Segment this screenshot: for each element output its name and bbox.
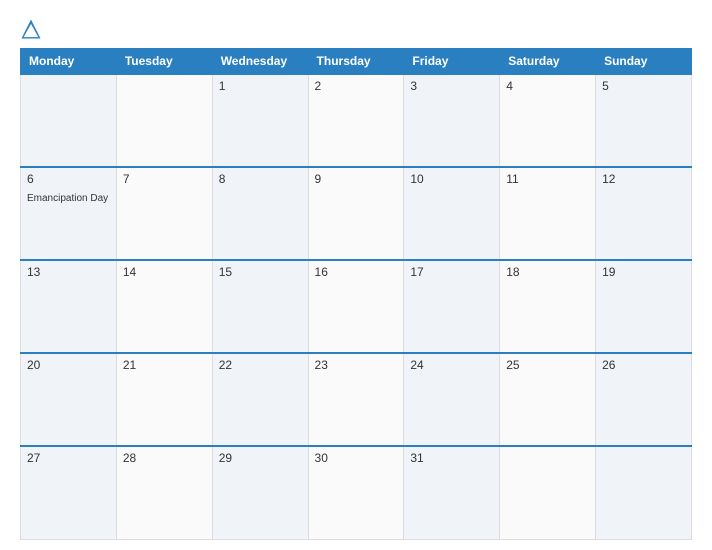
cal-cell: 16 [308, 260, 404, 353]
week-row-2: 6 Emancipation Day 789 10 11 12 [21, 167, 692, 260]
cal-cell [500, 446, 596, 539]
cal-cell [21, 74, 117, 167]
header [20, 18, 692, 40]
day-header-sunday: Sunday [596, 49, 692, 75]
page: MondayTuesdayWednesdayThursdayFridaySatu… [0, 0, 712, 550]
cal-cell: 29 [212, 446, 308, 539]
cal-cell: 17 [404, 260, 500, 353]
cell-date-number: 6 [27, 172, 110, 186]
cell-date-number: 7 [123, 172, 206, 186]
cell-date-number: 27 [27, 451, 110, 465]
cell-date-number: 25 [506, 358, 589, 372]
logo [20, 18, 46, 40]
cal-cell: 11 [500, 167, 596, 260]
cal-cell: 2 [308, 74, 404, 167]
cell-date-number: 10 [410, 172, 493, 186]
cell-date-number: 28 [123, 451, 206, 465]
cal-cell: 22 [212, 353, 308, 446]
cell-date-number: 4 [506, 79, 589, 93]
cal-cell: 14 [116, 260, 212, 353]
generalblue-icon [20, 18, 42, 40]
cal-cell: 26 [596, 353, 692, 446]
week-row-1: 12345 [21, 74, 692, 167]
day-header-tuesday: Tuesday [116, 49, 212, 75]
cell-date-number: 19 [602, 265, 685, 279]
cal-cell: 6 Emancipation Day [21, 167, 117, 260]
cal-cell [596, 446, 692, 539]
cell-date-number: 23 [315, 358, 398, 372]
cal-cell: 18 [500, 260, 596, 353]
day-header-row: MondayTuesdayWednesdayThursdayFridaySatu… [21, 49, 692, 75]
day-header-thursday: Thursday [308, 49, 404, 75]
cell-date-number: 18 [506, 265, 589, 279]
cell-date-number: 13 [27, 265, 110, 279]
cal-cell: 12 [596, 167, 692, 260]
cell-date-number: 31 [410, 451, 493, 465]
cal-cell: 8 [212, 167, 308, 260]
day-header-wednesday: Wednesday [212, 49, 308, 75]
cal-cell: 9 [308, 167, 404, 260]
cal-cell: 10 [404, 167, 500, 260]
cell-date-number: 5 [602, 79, 685, 93]
calendar-header: MondayTuesdayWednesdayThursdayFridaySatu… [21, 49, 692, 75]
week-row-5: 27 28 29 30 31 [21, 446, 692, 539]
cal-cell: 3 [404, 74, 500, 167]
calendar-table: MondayTuesdayWednesdayThursdayFridaySatu… [20, 48, 692, 540]
calendar-body: 123456Emancipation Day789101112131415161… [21, 74, 692, 540]
cal-cell: 27 [21, 446, 117, 539]
cell-date-number: 2 [315, 79, 398, 93]
cal-cell: 30 [308, 446, 404, 539]
day-header-saturday: Saturday [500, 49, 596, 75]
cell-date-number: 17 [410, 265, 493, 279]
cell-date-number: 20 [27, 358, 110, 372]
cell-date-number: 21 [123, 358, 206, 372]
cell-event: Emancipation Day [27, 193, 108, 204]
cal-cell: 5 [596, 74, 692, 167]
cell-date-number: 15 [219, 265, 302, 279]
cell-date-number: 8 [219, 172, 302, 186]
cal-cell: 19 [596, 260, 692, 353]
day-header-friday: Friday [404, 49, 500, 75]
cal-cell: 15 [212, 260, 308, 353]
cal-cell: 31 [404, 446, 500, 539]
cell-date-number: 1 [219, 79, 302, 93]
cell-date-number: 22 [219, 358, 302, 372]
day-header-monday: Monday [21, 49, 117, 75]
cal-cell: 28 [116, 446, 212, 539]
cell-date-number: 29 [219, 451, 302, 465]
cell-date-number: 3 [410, 79, 493, 93]
cal-cell: 1 [212, 74, 308, 167]
cal-cell: 13 [21, 260, 117, 353]
cell-date-number: 11 [506, 172, 589, 186]
week-row-3: 13 14 15 16 17 18 19 [21, 260, 692, 353]
cal-cell: 25 [500, 353, 596, 446]
cal-cell: 7 [116, 167, 212, 260]
cell-date-number: 16 [315, 265, 398, 279]
cell-date-number: 12 [602, 172, 685, 186]
cal-cell [116, 74, 212, 167]
cell-date-number: 26 [602, 358, 685, 372]
cal-cell: 21 [116, 353, 212, 446]
cal-cell: 4 [500, 74, 596, 167]
cell-date-number: 30 [315, 451, 398, 465]
week-row-4: 20 21 22 23 24 25 26 [21, 353, 692, 446]
cal-cell: 24 [404, 353, 500, 446]
cell-date-number: 14 [123, 265, 206, 279]
cal-cell: 20 [21, 353, 117, 446]
cell-date-number: 24 [410, 358, 493, 372]
cal-cell: 23 [308, 353, 404, 446]
cell-date-number: 9 [315, 172, 398, 186]
